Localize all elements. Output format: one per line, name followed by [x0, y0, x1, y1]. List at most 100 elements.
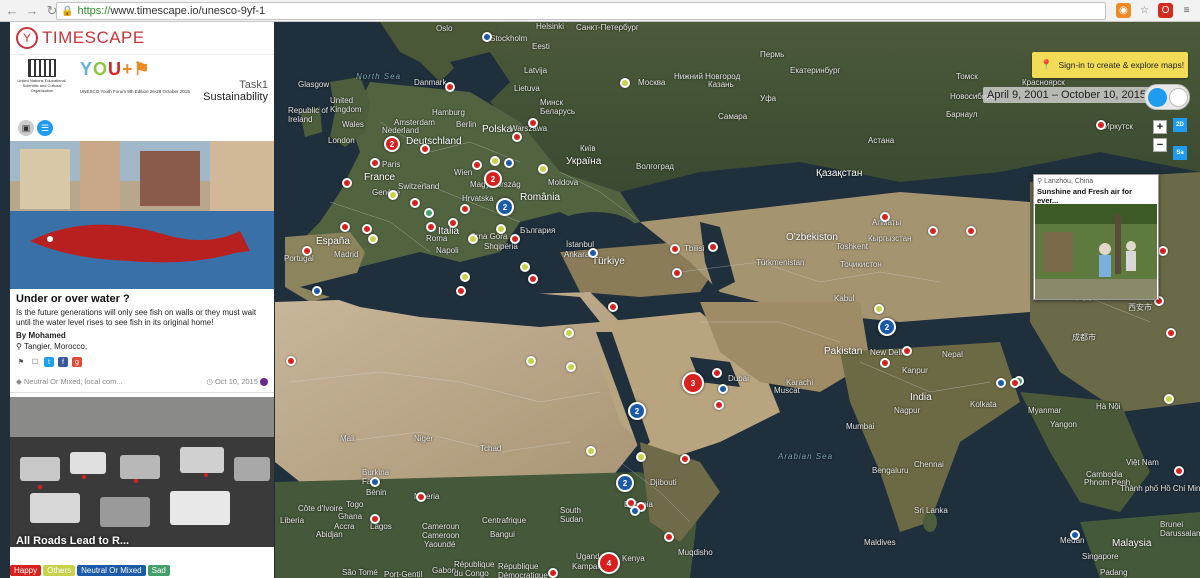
- map-pin[interactable]: [928, 226, 938, 236]
- star-icon[interactable]: ☆: [1137, 3, 1152, 18]
- map-pin[interactable]: [512, 132, 522, 142]
- map-pin[interactable]: [608, 302, 618, 312]
- map-pin[interactable]: [1010, 378, 1020, 388]
- map-pin[interactable]: [416, 492, 426, 502]
- story-card[interactable]: Under or over water ? Is the future gene…: [10, 289, 274, 371]
- map-pin[interactable]: [564, 328, 574, 338]
- map-pin[interactable]: [420, 144, 430, 154]
- map-pin[interactable]: [302, 246, 312, 256]
- map-pin[interactable]: [472, 160, 482, 170]
- map-pin[interactable]: [880, 212, 890, 222]
- map-cluster[interactable]: 2: [384, 136, 400, 152]
- map-cluster[interactable]: 2: [616, 474, 634, 492]
- map-pin[interactable]: [426, 222, 436, 232]
- comment-icon[interactable]: ☐: [30, 357, 40, 367]
- map-cluster[interactable]: 2: [878, 318, 896, 336]
- map-pin[interactable]: [712, 368, 722, 378]
- map-pin[interactable]: [874, 304, 884, 314]
- map-pin[interactable]: [448, 218, 458, 228]
- map-pin[interactable]: [460, 204, 470, 214]
- story-image-traffic[interactable]: All Roads Lead to R...: [10, 397, 274, 548]
- map-pin[interactable]: [388, 190, 398, 200]
- map-pin[interactable]: [482, 32, 492, 42]
- map-pin[interactable]: [1096, 120, 1106, 130]
- map-cluster[interactable]: 4: [598, 552, 620, 574]
- view-toggle[interactable]: [1144, 84, 1190, 110]
- filter-sad[interactable]: Sad: [147, 565, 170, 576]
- map-pin[interactable]: [424, 208, 434, 218]
- popup-image[interactable]: [1035, 204, 1157, 299]
- menu-icon[interactable]: ≡: [1179, 3, 1194, 18]
- rss-icon[interactable]: ◉: [1116, 3, 1131, 18]
- map-pin[interactable]: [520, 262, 530, 272]
- map-pin[interactable]: [496, 224, 506, 234]
- story-image[interactable]: [10, 141, 274, 289]
- map-pin[interactable]: [636, 452, 646, 462]
- google-plus-icon[interactable]: g: [72, 357, 82, 367]
- map-pin[interactable]: [370, 514, 380, 524]
- filter-neutral[interactable]: Neutral Or Mixed: [77, 565, 146, 576]
- twitter-icon[interactable]: t: [44, 357, 54, 367]
- map-pin[interactable]: [620, 78, 630, 88]
- map-pin[interactable]: [630, 506, 640, 516]
- map-pin[interactable]: [670, 244, 680, 254]
- back-icon[interactable]: ←: [4, 3, 20, 19]
- gallery-view-icon[interactable]: ▣: [18, 120, 34, 136]
- facebook-icon[interactable]: f: [58, 357, 68, 367]
- map-pin[interactable]: [1174, 466, 1184, 476]
- map-pin[interactable]: [410, 198, 420, 208]
- map-pin[interactable]: [548, 568, 558, 578]
- map-pin[interactable]: [996, 378, 1006, 388]
- map-pin[interactable]: [672, 268, 682, 278]
- map-pin[interactable]: [528, 118, 538, 128]
- map-pin[interactable]: [460, 272, 470, 282]
- map-pin[interactable]: [490, 156, 500, 166]
- map-cluster[interactable]: 2: [484, 170, 502, 188]
- map-pin[interactable]: [368, 234, 378, 244]
- story-title-partial[interactable]: All Roads Lead to R...: [16, 535, 129, 547]
- filter-happy[interactable]: Happy: [10, 565, 42, 576]
- map-cluster[interactable]: 3: [682, 372, 704, 394]
- map-pin[interactable]: [902, 346, 912, 356]
- signin-button[interactable]: 📍 Sign-in to create & explore maps!: [1032, 52, 1188, 78]
- map-pin[interactable]: [528, 274, 538, 284]
- map-cluster[interactable]: 2: [496, 198, 514, 216]
- map-pin[interactable]: [340, 222, 350, 232]
- address-bar[interactable]: 🔒 https:// www.timescape.io/unesco-9yf-1: [56, 2, 1106, 20]
- map-pin[interactable]: [966, 226, 976, 236]
- map-pin[interactable]: [538, 164, 548, 174]
- map-pin[interactable]: [370, 477, 380, 487]
- map-pin[interactable]: [1070, 530, 1080, 540]
- map-pin[interactable]: [880, 358, 890, 368]
- map-pin[interactable]: [1164, 394, 1174, 404]
- map-pin[interactable]: [456, 286, 466, 296]
- map-pin[interactable]: [680, 454, 690, 464]
- map-pin[interactable]: [370, 158, 380, 168]
- flag-icon[interactable]: ⚑: [16, 357, 26, 367]
- forward-icon[interactable]: →: [24, 3, 40, 19]
- list-view-icon[interactable]: ☰: [37, 120, 53, 136]
- extension-icon[interactable]: O: [1158, 3, 1173, 18]
- map-pin[interactable]: [526, 356, 536, 366]
- brand-header[interactable]: Y TIMESCAPE: [10, 22, 274, 55]
- story-popup[interactable]: ⚲ Lanzhou, China Sunshine and Fresh air …: [1033, 174, 1159, 300]
- map-pin[interactable]: [714, 400, 724, 410]
- map-pin[interactable]: [445, 82, 455, 92]
- map-pin[interactable]: [1158, 246, 1168, 256]
- map-pin[interactable]: [664, 532, 674, 542]
- map-cluster[interactable]: 2: [628, 402, 646, 420]
- zoom-out-button[interactable]: −: [1153, 138, 1167, 152]
- map-pin[interactable]: [504, 158, 514, 168]
- map-pin[interactable]: [708, 242, 718, 252]
- mode-2d-button[interactable]: 2D: [1173, 118, 1187, 132]
- map-pin[interactable]: [718, 384, 728, 394]
- map-pin[interactable]: [312, 286, 322, 296]
- map-pin[interactable]: [588, 248, 598, 258]
- story-title[interactable]: Under or over water ?: [16, 293, 268, 305]
- map-pin[interactable]: [362, 224, 372, 234]
- map-pin[interactable]: [342, 178, 352, 188]
- filter-others[interactable]: Others: [43, 565, 76, 576]
- map-pin[interactable]: [286, 356, 296, 366]
- map-pin[interactable]: [566, 362, 576, 372]
- zoom-in-button[interactable]: +: [1153, 120, 1167, 134]
